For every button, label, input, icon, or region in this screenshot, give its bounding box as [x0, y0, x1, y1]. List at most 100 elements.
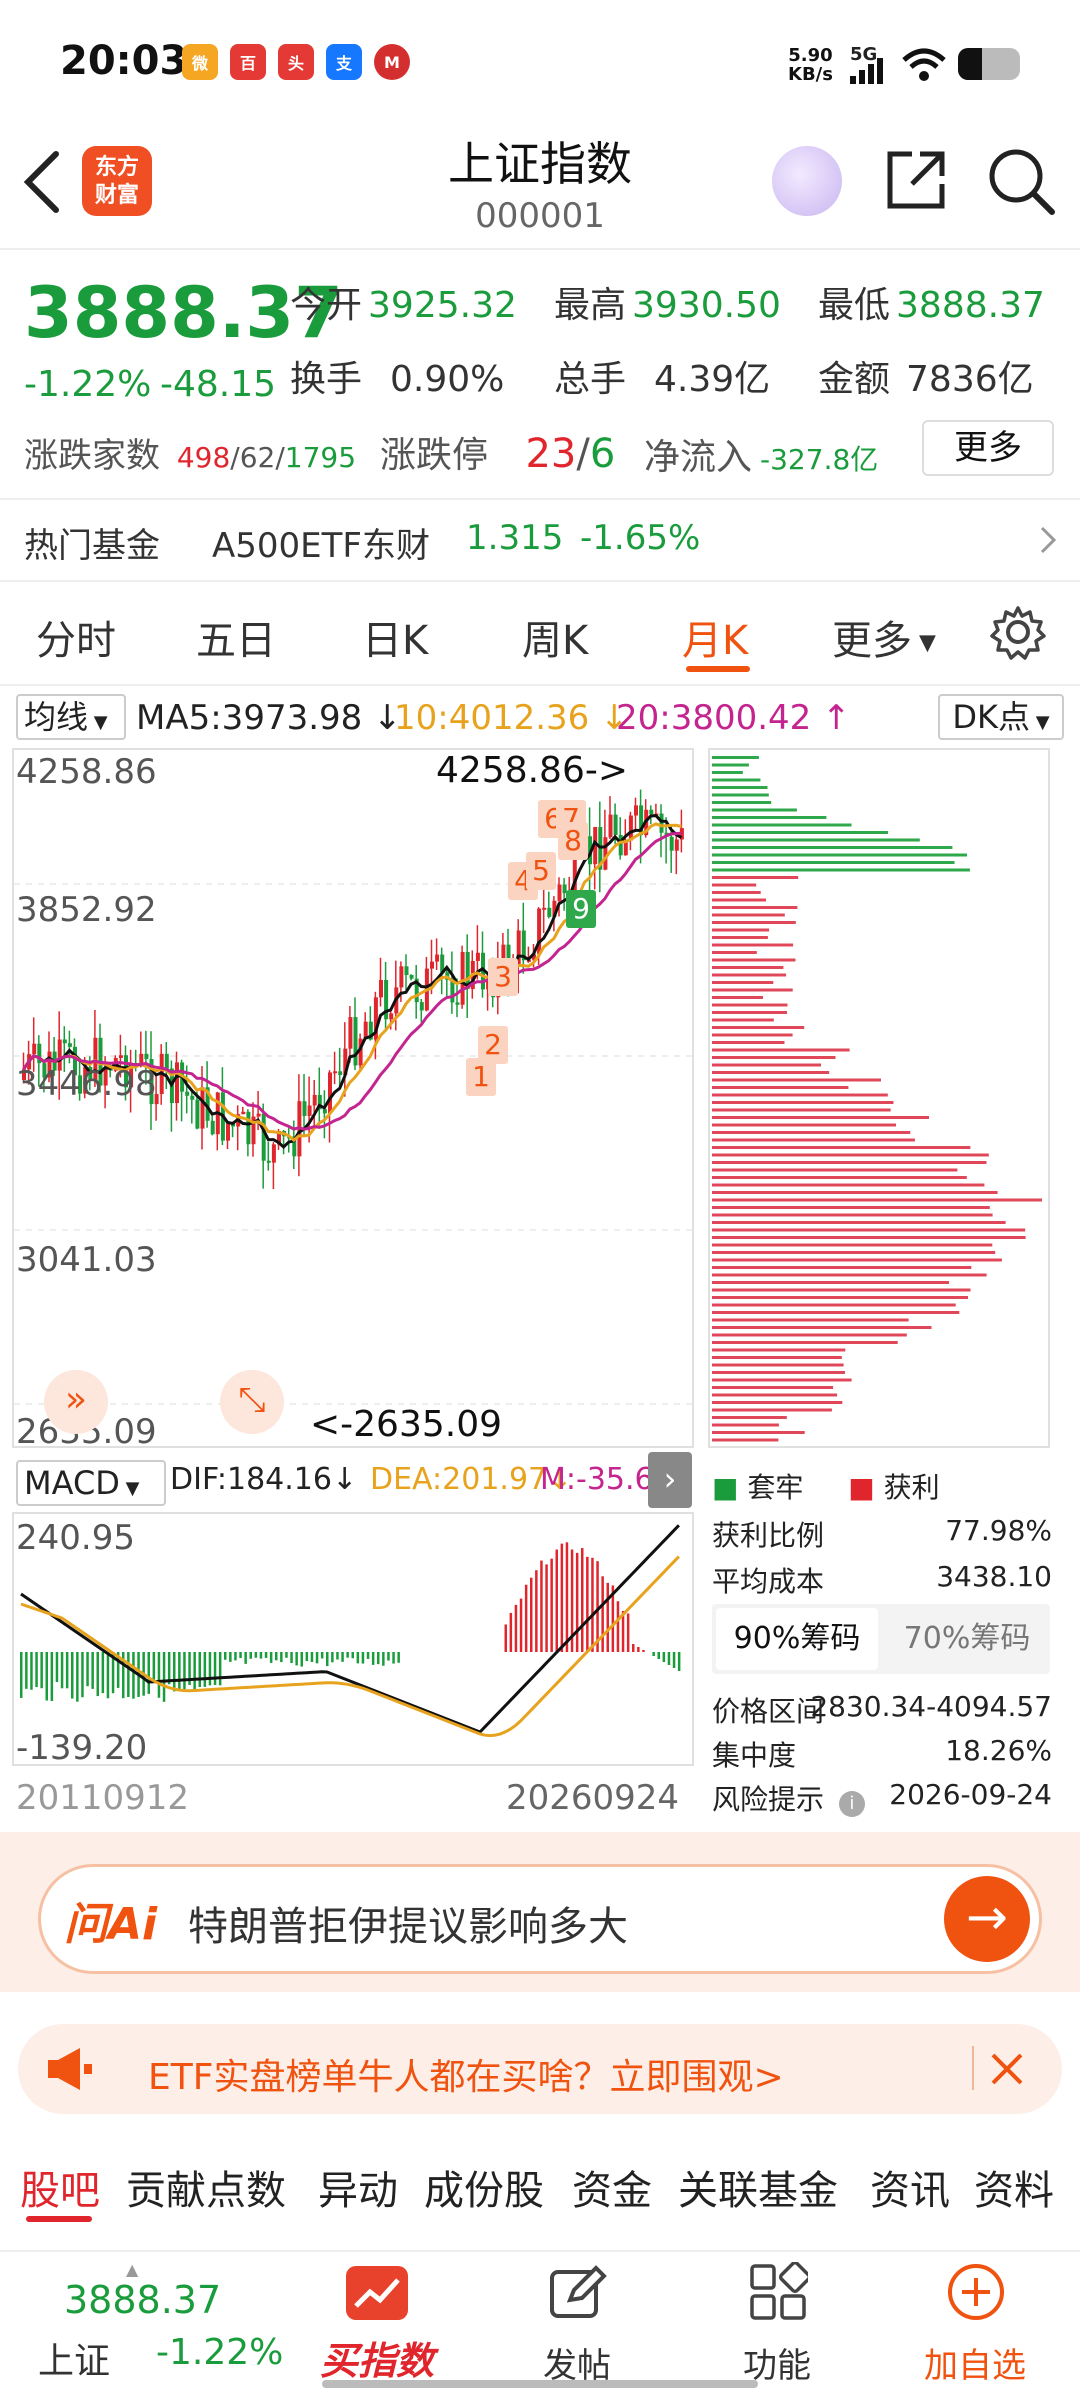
macd-histogram-bar [157, 1652, 161, 1698]
tab-profile[interactable]: 资料 [974, 2158, 1054, 2216]
nav-ticker-name[interactable]: 上证 [38, 2332, 110, 2384]
macd-histogram-bar [356, 1652, 360, 1664]
dk-signal-badge[interactable]: 5 [526, 852, 556, 890]
chip-bar [712, 1438, 779, 1442]
tab-funds-flow[interactable]: 资金 [572, 2158, 652, 2216]
assistant-avatar-icon[interactable] [772, 146, 842, 216]
macd-histogram-bar [193, 1652, 196, 1690]
search-icon[interactable] [986, 146, 1056, 216]
ma-select[interactable]: 均线 ▼ [16, 694, 126, 740]
tab-contribution[interactable]: 贡献点数 [126, 2158, 286, 2216]
add-watchlist-icon[interactable] [946, 2262, 1006, 2322]
tab-chip-70[interactable]: 70%筹码 [886, 1608, 1048, 1670]
kline-candle [353, 1017, 358, 1066]
nav-ticker-change[interactable]: -1.22% [156, 2332, 283, 2373]
tab-daily-k[interactable]: 日K [362, 608, 428, 666]
chip-bar [712, 1213, 993, 1217]
tab-movement[interactable]: 异动 [318, 2158, 398, 2216]
chip-bar [712, 943, 794, 947]
tab-more[interactable]: 更多 ▼ [832, 608, 936, 666]
kline-candle [669, 836, 674, 851]
chip-bar [712, 1408, 832, 1412]
high-price: 最高 3930.50 [554, 285, 781, 326]
post-edit-icon[interactable] [548, 2262, 608, 2322]
kline-candle [455, 1002, 460, 1005]
dk-signal-badge[interactable]: 3 [488, 958, 518, 996]
tab-monthly-k[interactable]: 月K [682, 608, 748, 666]
nav-buy-index[interactable]: 买指数 [302, 2330, 452, 2385]
macd-histogram-bar [560, 1543, 564, 1652]
more-quote-button[interactable]: 更多 [922, 420, 1054, 476]
notice-text[interactable]: ETF实盘榜单牛人都在买啥？立即围观> [148, 2048, 784, 2100]
tab-five-day[interactable]: 五日 [196, 608, 276, 666]
kline-candle [460, 951, 465, 1005]
fund-price: 1.315 [466, 518, 564, 558]
macd-histogram-bar [677, 1652, 681, 1671]
nav-add-watchlist[interactable]: 加自选 [900, 2338, 1050, 2387]
macd-histogram-bar [76, 1652, 79, 1702]
fund-name: A500ETF东财 [212, 526, 430, 566]
ai-submit-arrow-icon[interactable]: → [944, 1876, 1030, 1962]
tab-constituents[interactable]: 成份股 [424, 2158, 544, 2216]
tab-weekly-k[interactable]: 周K [522, 608, 588, 666]
chip-bar [712, 1386, 834, 1389]
dk-sell-signal-badge[interactable]: 9 [566, 890, 596, 928]
macd-histogram-bar [208, 1652, 212, 1686]
macd-histogram-bar [264, 1652, 268, 1658]
buy-index-icon[interactable] [346, 2266, 408, 2320]
chip-bar [712, 1311, 960, 1314]
kline-candle [475, 952, 480, 961]
dk-signal-badge[interactable]: 2 [478, 1026, 508, 1064]
macd-histogram-bar [550, 1558, 553, 1652]
y-label-2: 3852.92 [16, 890, 157, 930]
tab-related-funds[interactable]: 关联基金 [678, 2158, 838, 2216]
macd-histogram-bar [320, 1652, 324, 1659]
functions-grid-icon[interactable] [748, 2262, 808, 2322]
kline-candle [261, 1113, 266, 1161]
dk-signal-badge[interactable]: 8 [558, 822, 588, 860]
macd-select[interactable]: MACD ▼ [16, 1460, 166, 1506]
chip-bar [712, 1101, 894, 1104]
collapse-panel-button[interactable]: › [648, 1452, 692, 1508]
average-cost: 平均成本 3438.10 [712, 1560, 1052, 1598]
chip-bar [712, 838, 920, 842]
breadth: 涨跌家数 498/62/1795 [24, 436, 357, 476]
chip-bar [712, 1303, 956, 1307]
chip-bar [712, 846, 953, 849]
share-icon[interactable] [884, 148, 948, 212]
nav-ticker-price[interactable]: 3888.37 [64, 2278, 221, 2322]
limit-up-down: 涨跌停 23/6 [380, 431, 616, 477]
macd-histogram-bar [152, 1652, 156, 1683]
expand-left-icon[interactable]: » [44, 1370, 108, 1434]
tab-chip-90[interactable]: 90%筹码 [716, 1608, 878, 1670]
kline-candle [118, 1055, 123, 1059]
risk-tip[interactable]: 风险提示 i 2026-09-24 [712, 1778, 1052, 1818]
macd-histogram-bar [341, 1652, 344, 1662]
macd-histogram-bar [535, 1570, 538, 1652]
tab-news[interactable]: 资讯 [870, 2158, 950, 2216]
macd-histogram-bar [652, 1652, 655, 1656]
kline-candle [608, 814, 613, 838]
chip-distribution-chart [708, 748, 1050, 1448]
hot-fund-row[interactable]: 热门基金 A500ETF东财 1.315 -1.65% [0, 500, 1080, 580]
settings-gear-icon[interactable] [990, 604, 1046, 660]
kline-candle [322, 1109, 327, 1114]
dk-point-select[interactable]: DK点 ▼ [938, 694, 1064, 740]
chip-bar [712, 778, 761, 782]
chip-bar [712, 1206, 990, 1209]
tab-intraday[interactable]: 分时 [36, 608, 116, 666]
chip-bar [712, 1348, 846, 1352]
kline-candle [430, 961, 434, 969]
fullscreen-icon[interactable]: ⤡ [220, 1370, 284, 1434]
chip-bar [712, 1003, 788, 1007]
ai-prompt[interactable]: 特朗普拒伊提议影响多大 [188, 1894, 628, 1952]
info-icon[interactable]: i [838, 1791, 865, 1817]
chip-bar [712, 883, 757, 887]
macd-histogram-bar [147, 1652, 150, 1694]
tab-guba[interactable]: 股吧 [20, 2158, 100, 2216]
macd-histogram-bar [30, 1652, 33, 1690]
close-icon[interactable] [990, 2052, 1024, 2086]
macd-histogram-bar [269, 1652, 273, 1663]
y-label-3: 3446.98 [16, 1064, 157, 1104]
macd-histogram-bar [626, 1613, 630, 1652]
